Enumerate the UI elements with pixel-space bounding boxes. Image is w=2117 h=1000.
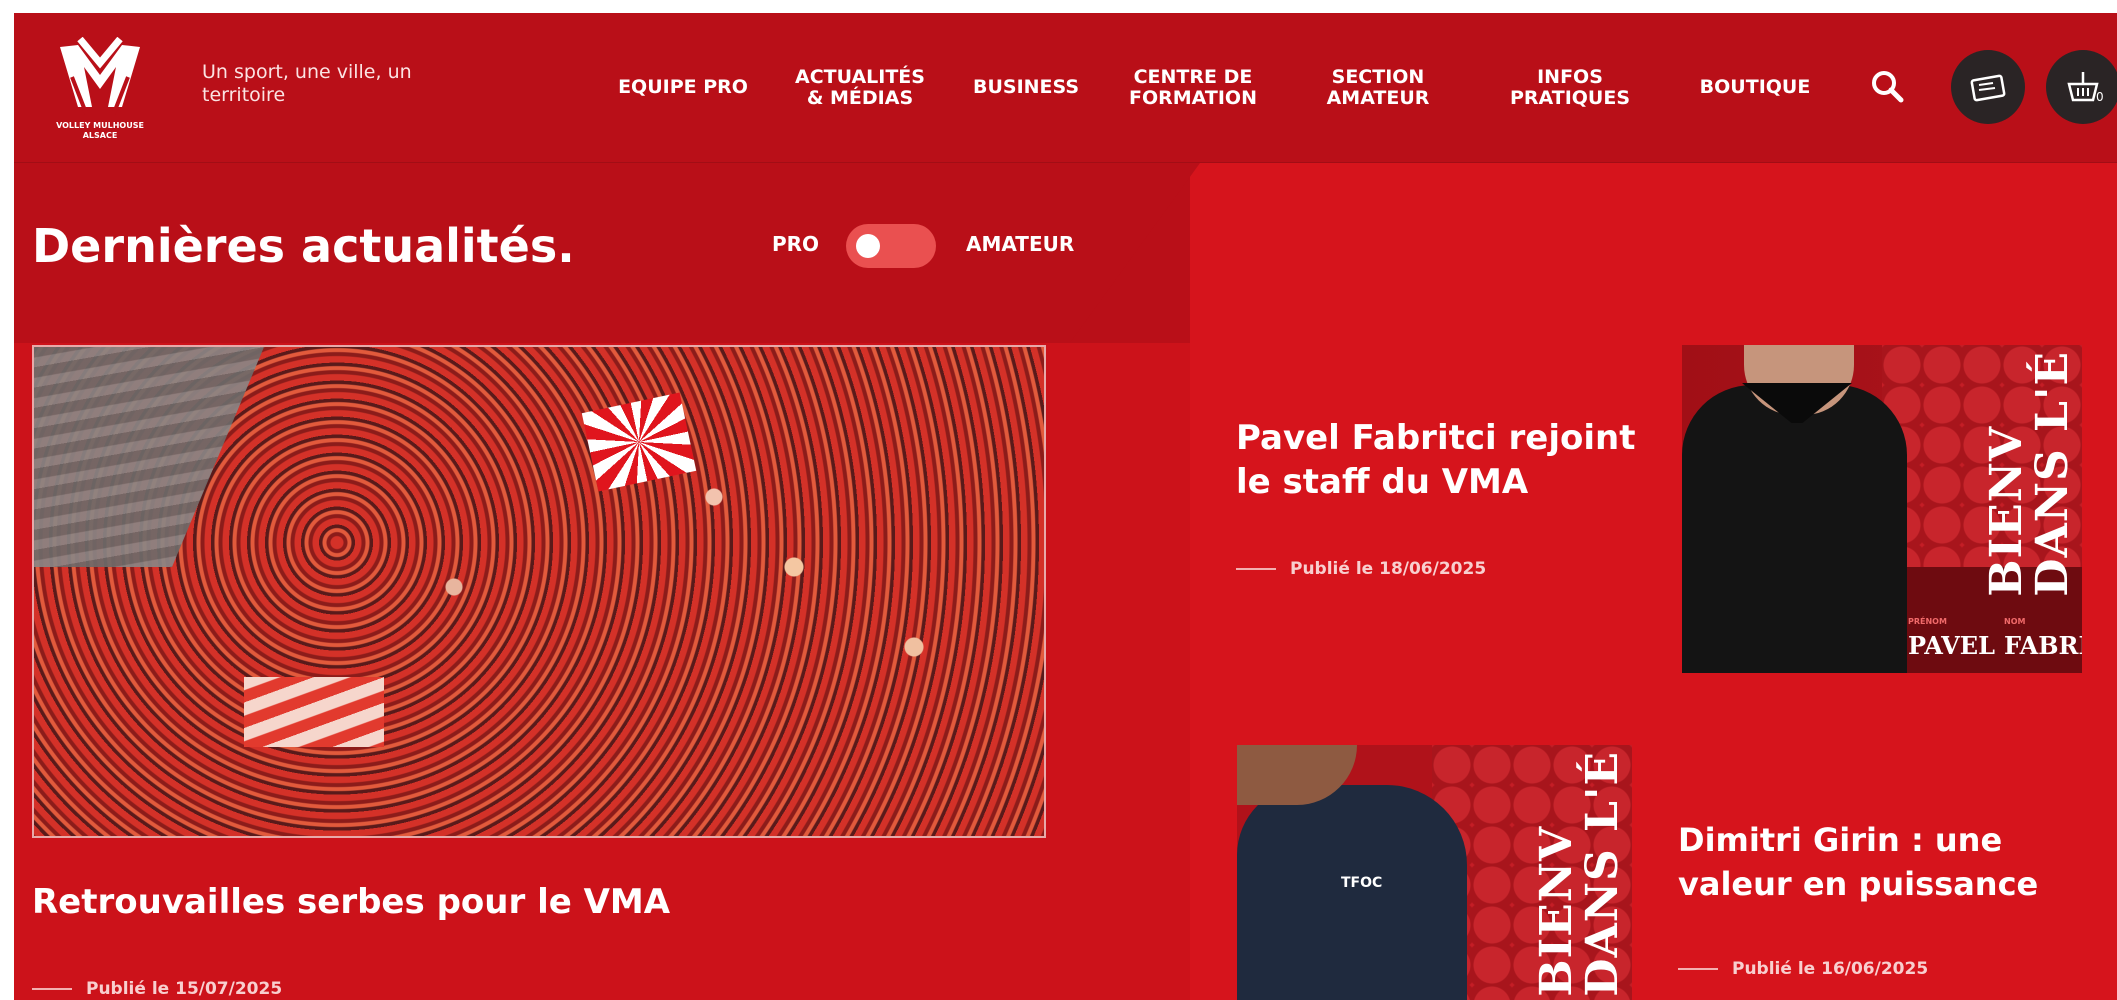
article-title-pavel[interactable]: Pavel Fabritci rejoint le staff du VMA bbox=[1236, 416, 1656, 504]
article-image-dimitri[interactable]: TFOC BIENV DANS L'É bbox=[1237, 745, 1632, 1000]
last-name-text: FABRITC bbox=[2004, 631, 2082, 660]
date-line bbox=[1236, 568, 1276, 570]
crown-logo-icon bbox=[60, 37, 140, 115]
nom-label: NOM bbox=[2004, 617, 2026, 626]
scarf bbox=[244, 677, 384, 747]
article-title-retrouvailles[interactable]: Retrouvailles serbes pour le VMA bbox=[32, 880, 1032, 924]
cart-count-badge: 0 bbox=[2096, 90, 2104, 104]
article-date-retrouvailles: Publié le 15/07/2025 bbox=[32, 978, 282, 1000]
stadium-roof bbox=[34, 347, 264, 567]
screenshot-border-left bbox=[0, 0, 14, 1000]
article-title-dimitri[interactable]: Dimitri Girin : une valeur en puissance bbox=[1678, 818, 2078, 906]
nav-business[interactable]: BUSINESS bbox=[966, 13, 1086, 162]
toggle-knob bbox=[856, 234, 880, 258]
ticket-icon bbox=[1970, 74, 2006, 102]
section-title: Dernières actualités. bbox=[32, 219, 575, 273]
tagline: Un sport, une ville, un territoire bbox=[202, 61, 412, 106]
club-logo[interactable]: VOLLEY MULHOUSE ALSACE bbox=[50, 37, 150, 147]
toggle-label-amateur[interactable]: AMATEUR bbox=[966, 232, 1074, 256]
player-shirt bbox=[1682, 385, 1907, 673]
prenom-label: PRÉNOM bbox=[1908, 617, 1947, 626]
first-name-text: PAVEL bbox=[1908, 631, 1995, 660]
search-icon[interactable] bbox=[1870, 69, 1906, 105]
ticket-button[interactable] bbox=[1951, 50, 2025, 124]
nav-boutique[interactable]: BOUTIQUE bbox=[1690, 13, 1820, 162]
nav-section-amateur[interactable]: SECTION AMATEUR bbox=[1308, 13, 1448, 162]
nav-actualites-medias[interactable]: ACTUALITÉS & MÉDIAS bbox=[780, 13, 940, 162]
article-image-crowd[interactable] bbox=[32, 345, 1046, 838]
shirt-logo: TFOC bbox=[1341, 875, 1383, 891]
nav-centre-formation[interactable]: CENTRE DE FORMATION bbox=[1118, 13, 1268, 162]
page: VOLLEY MULHOUSE ALSACE Un sport, une vil… bbox=[0, 0, 2117, 1000]
welcome-text: BIENV DANS L'É bbox=[1981, 351, 2078, 597]
article-date-pavel: Publié le 18/06/2025 bbox=[1236, 558, 1486, 580]
basket-button[interactable]: 0 bbox=[2046, 50, 2117, 124]
article-date-dimitri: Publié le 16/06/2025 bbox=[1678, 958, 1928, 980]
screenshot-border-top bbox=[0, 0, 2117, 13]
site-header: VOLLEY MULHOUSE ALSACE Un sport, une vil… bbox=[14, 13, 2117, 163]
logo-text: VOLLEY MULHOUSE ALSACE bbox=[56, 121, 144, 140]
welcome-text: BIENV DANS L'É bbox=[1531, 751, 1628, 997]
toggle-label-pro[interactable]: PRO bbox=[772, 232, 819, 256]
nav-infos-pratiques[interactable]: INFOS PRATIQUES bbox=[1500, 13, 1640, 162]
date-line bbox=[1678, 968, 1718, 970]
flag bbox=[581, 392, 697, 492]
article-image-pavel[interactable]: BIENV DANS L'É PRÉNOM NOM PAVEL FABRITC bbox=[1682, 345, 2082, 673]
nav-equipe-pro[interactable]: EQUIPE PRO bbox=[608, 13, 758, 162]
pro-amateur-toggle[interactable] bbox=[846, 224, 936, 268]
player-shirt bbox=[1237, 785, 1467, 1000]
date-line bbox=[32, 988, 72, 990]
